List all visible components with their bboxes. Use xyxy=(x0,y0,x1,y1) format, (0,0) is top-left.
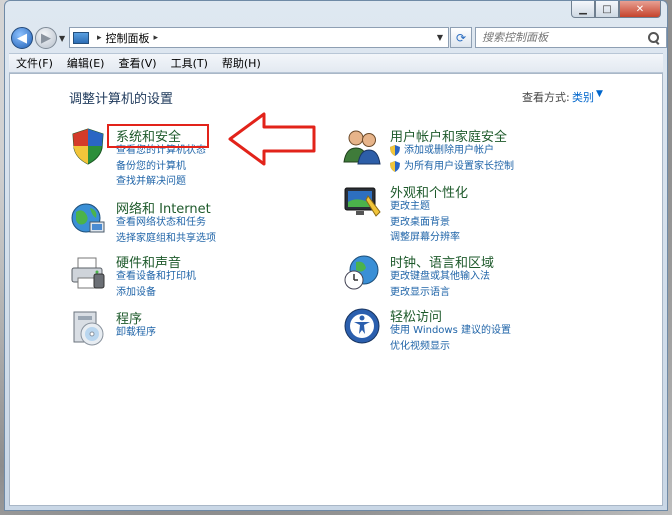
category-ease-of-access: 轻松访问 使用 Windows 建议的设置 优化视频显示 xyxy=(342,306,642,352)
red-arrow-annotation xyxy=(228,112,316,166)
refresh-icon: ⟳ xyxy=(455,30,467,45)
users-icon[interactable] xyxy=(342,126,382,166)
category-links: 卸载程序 xyxy=(116,325,156,341)
category-links: 查看设备和打印机 添加设备 xyxy=(116,269,196,300)
highlight-box xyxy=(107,124,209,148)
view-by-label: 查看方式: xyxy=(522,91,570,104)
address-bar[interactable]: ▸ 控制面板 ▸ ▼ xyxy=(69,27,449,48)
uac-shield-icon xyxy=(390,145,400,156)
link-devices-printers[interactable]: 查看设备和打印机 xyxy=(116,269,196,285)
category-links: 使用 Windows 建议的设置 优化视频显示 xyxy=(390,323,511,354)
page-title: 调整计算机的设置 xyxy=(69,92,174,107)
link-change-display-language[interactable]: 更改显示语言 xyxy=(390,285,490,301)
category-links: 添加或删除用户帐户 为所有用户设置家长控制 xyxy=(390,143,514,174)
content-pane: 调整计算机的设置 查看方式: 类别 ▼ 系统和安全 查看您的计算机状态 备份您的… xyxy=(9,73,663,506)
link-change-background[interactable]: 更改桌面背景 xyxy=(390,215,460,231)
forward-arrow-icon: ▶ xyxy=(41,30,51,46)
link-change-keyboard[interactable]: 更改键盘或其他输入法 xyxy=(390,269,490,285)
link-screen-resolution[interactable]: 调整屏幕分辨率 xyxy=(390,230,460,246)
view-by-chevron-icon[interactable]: ▼ xyxy=(596,89,603,99)
recent-pages-dropdown[interactable]: ▼ xyxy=(59,34,65,43)
close-button[interactable]: ✕ xyxy=(619,1,661,18)
ease-of-access-icon[interactable] xyxy=(342,306,382,346)
menu-help[interactable]: 帮助(H) xyxy=(215,55,268,71)
link-label: 添加或删除用户帐户 xyxy=(404,145,494,156)
breadcrumb-control-panel[interactable]: 控制面板 xyxy=(106,30,150,46)
link-change-theme[interactable]: 更改主题 xyxy=(390,199,460,215)
menu-tools[interactable]: 工具(T) xyxy=(164,55,215,71)
menu-file[interactable]: 文件(F) xyxy=(9,55,60,71)
menu-view[interactable]: 查看(V) xyxy=(111,55,163,71)
link-add-remove-user[interactable]: 添加或删除用户帐户 xyxy=(390,143,514,159)
category-links: 更改主题 更改桌面背景 调整屏幕分辨率 xyxy=(390,199,460,246)
link-windows-recommended-settings[interactable]: 使用 Windows 建议的设置 xyxy=(390,323,511,339)
clock-globe-icon[interactable] xyxy=(342,252,382,292)
search-input[interactable] xyxy=(476,30,648,45)
control-panel-window: ▁ □ ✕ ◀ ▶ ▼ ▸ 控制面板 ▸ ▼ ⟳ 文件(F) 编辑(E) 查看(… xyxy=(4,0,668,511)
link-uninstall-program[interactable]: 卸载程序 xyxy=(116,325,156,341)
shield-icon[interactable] xyxy=(68,126,108,166)
breadcrumb-chevron-icon[interactable]: ▸ xyxy=(154,33,159,43)
category-user-accounts: 用户帐户和家庭安全 添加或删除用户帐户 为所有用户设置家长控制 xyxy=(342,126,642,172)
link-label: 为所有用户设置家长控制 xyxy=(404,160,514,172)
view-by-dropdown[interactable]: 类别 xyxy=(572,89,594,105)
back-arrow-icon: ◀ xyxy=(17,30,27,46)
link-add-device[interactable]: 添加设备 xyxy=(116,285,196,301)
programs-disc-icon[interactable] xyxy=(68,308,108,348)
category-appearance: 外观和个性化 更改主题 更改桌面背景 调整屏幕分辨率 xyxy=(342,182,642,244)
back-button[interactable]: ◀ xyxy=(11,27,33,49)
category-network-internet: 网络和 Internet 查看网络状态和任务 选择家庭组和共享选项 xyxy=(68,198,288,244)
category-clock-language-region: 时钟、语言和区域 更改键盘或其他输入法 更改显示语言 xyxy=(342,252,642,298)
uac-shield-icon xyxy=(390,160,400,172)
category-links: 更改键盘或其他输入法 更改显示语言 xyxy=(390,269,490,300)
link-network-status[interactable]: 查看网络状态和任务 xyxy=(116,215,216,231)
search-icon[interactable] xyxy=(648,31,660,44)
menu-bar: 文件(F) 编辑(E) 查看(V) 工具(T) 帮助(H) xyxy=(9,53,663,73)
address-dropdown-icon[interactable]: ▼ xyxy=(432,28,448,47)
maximize-button[interactable]: □ xyxy=(595,1,619,18)
link-parental-controls[interactable]: 为所有用户设置家长控制 xyxy=(390,159,514,175)
forward-button[interactable]: ▶ xyxy=(35,27,57,49)
link-backup-computer[interactable]: 备份您的计算机 xyxy=(116,159,206,175)
category-hardware-sound: 硬件和声音 查看设备和打印机 添加设备 xyxy=(68,252,288,298)
refresh-button[interactable]: ⟳ xyxy=(450,27,472,48)
caption-buttons: ▁ □ ✕ xyxy=(571,1,661,19)
menu-edit[interactable]: 编辑(E) xyxy=(60,55,112,71)
category-links: 查看您的计算机状态 备份您的计算机 查找并解决问题 xyxy=(116,143,206,190)
link-homegroup-sharing[interactable]: 选择家庭组和共享选项 xyxy=(116,231,216,247)
minimize-button[interactable]: ▁ xyxy=(571,1,595,18)
control-panel-icon xyxy=(73,31,89,44)
breadcrumb-separator-icon[interactable]: ▸ xyxy=(97,33,102,43)
network-globe-icon[interactable] xyxy=(68,198,108,238)
monitor-paint-icon[interactable] xyxy=(342,182,382,222)
navigation-bar: ◀ ▶ ▼ ▸ 控制面板 ▸ ▼ ⟳ xyxy=(9,25,667,51)
category-links: 查看网络状态和任务 选择家庭组和共享选项 xyxy=(116,215,216,246)
link-optimize-display[interactable]: 优化视频显示 xyxy=(390,339,511,355)
category-programs: 程序 卸载程序 xyxy=(68,308,288,348)
printer-icon[interactable] xyxy=(68,252,108,292)
search-box[interactable] xyxy=(475,27,667,48)
link-troubleshoot[interactable]: 查找并解决问题 xyxy=(116,174,206,190)
